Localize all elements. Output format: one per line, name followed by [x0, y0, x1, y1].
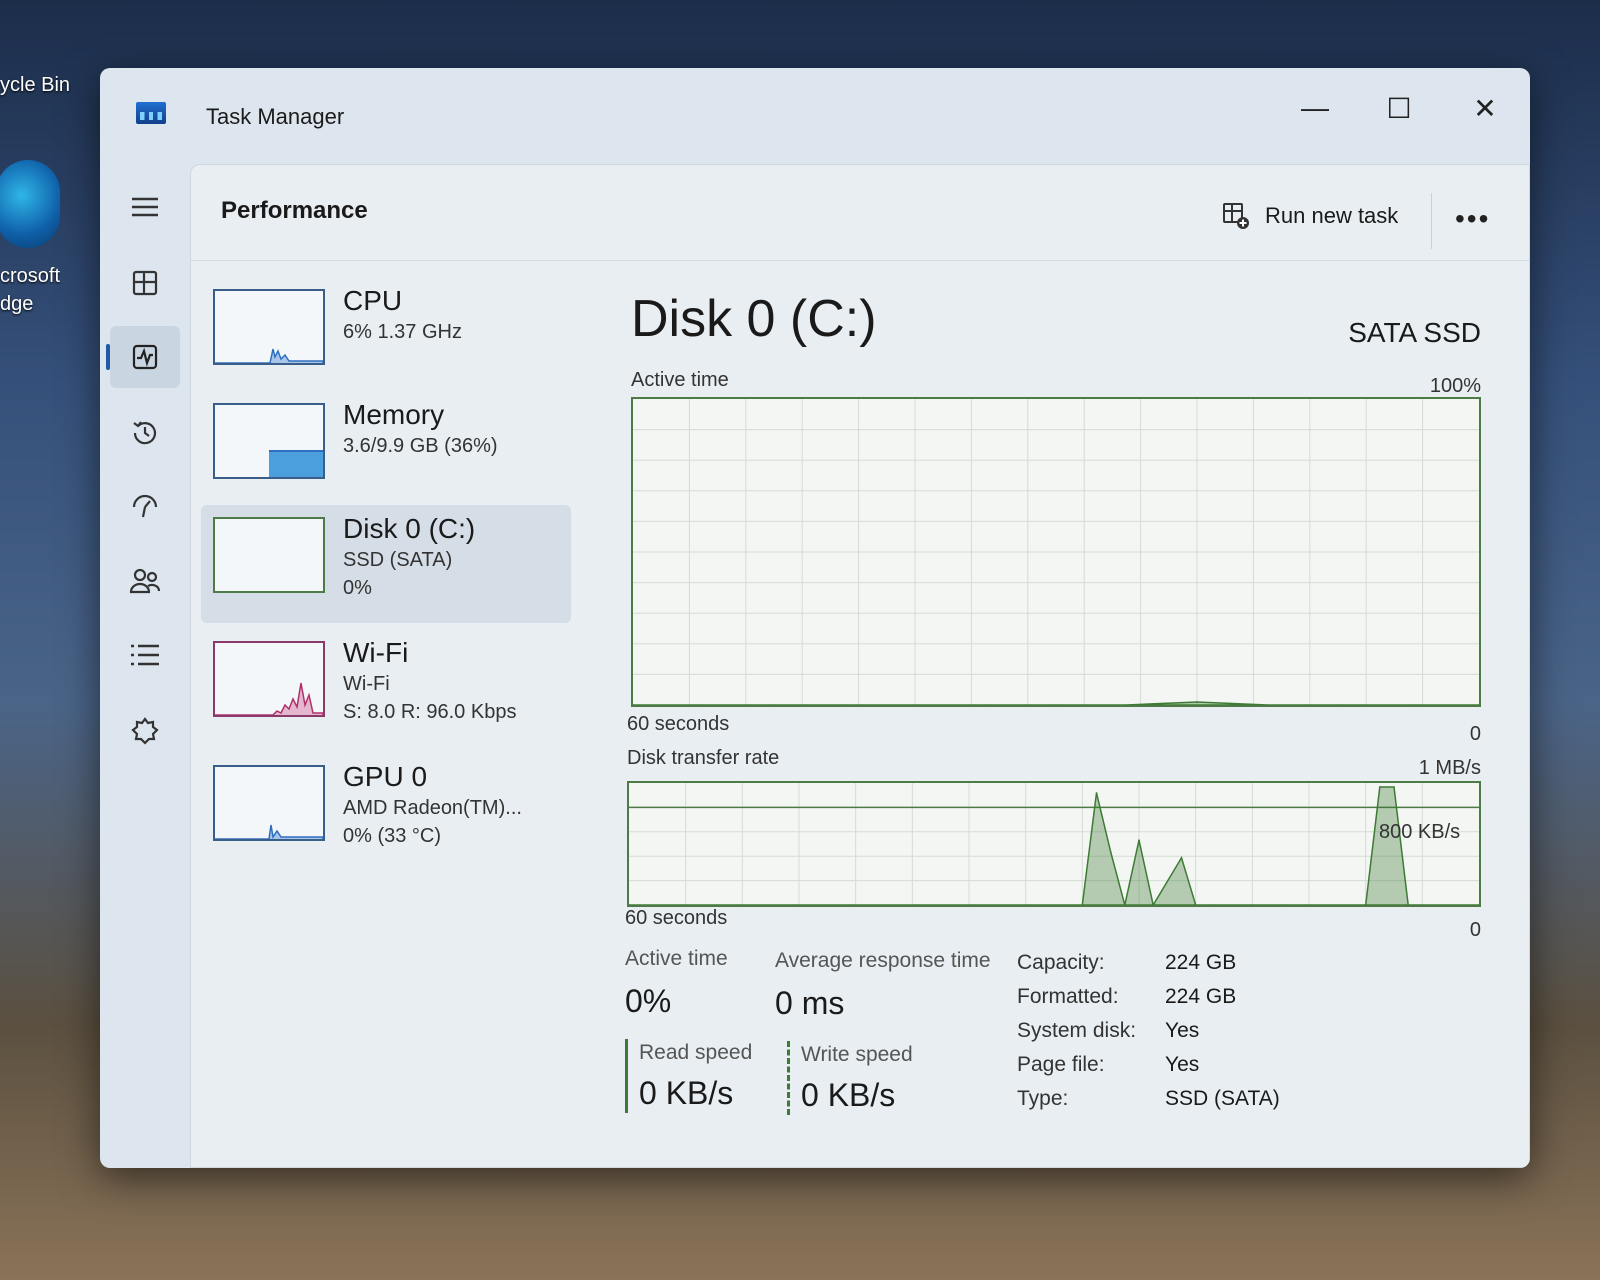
- disk-kind: SATA SSD: [1348, 317, 1481, 348]
- prop-page-file-value: Yes: [1165, 1053, 1200, 1076]
- data-point: [1138, 839, 1140, 841]
- prop-type-value: SSD (SATA): [1165, 1087, 1280, 1110]
- device-name: Memory: [343, 399, 445, 430]
- data-point: [1095, 792, 1098, 794]
- app-history-icon[interactable]: [110, 402, 180, 464]
- data-point: [1196, 701, 1198, 703]
- device-usage: 0% (33 °C): [343, 825, 442, 847]
- data-point: [1109, 851, 1112, 853]
- close-button[interactable]: ✕: [1450, 88, 1520, 128]
- navigation-rail: [100, 164, 190, 1168]
- edge-shortcut[interactable]: crosoft dge: [0, 160, 60, 318]
- prop-page-file-label: Page file:: [1017, 1053, 1105, 1076]
- page-title: Performance: [221, 197, 368, 224]
- graph1-svg: [633, 399, 1479, 705]
- read-speed-label: Read speed: [639, 1041, 753, 1064]
- device-detail: 6% 1.37 GHz: [343, 321, 462, 343]
- transfer-chart-mid-label: 800 KB/s: [1379, 821, 1461, 843]
- prop-type-label: Type:: [1017, 1087, 1069, 1110]
- device-usage: 0%: [343, 577, 372, 599]
- data-point: [1393, 786, 1395, 788]
- prop-capacity-label: Capacity:: [1017, 951, 1105, 974]
- services-icon[interactable]: [110, 700, 180, 762]
- run-task-label: Run new task: [1265, 203, 1399, 228]
- more-options-button[interactable]: •••: [1455, 203, 1490, 235]
- active-time-chart-min: 0: [1469, 723, 1481, 745]
- active-time-chart: [631, 397, 1481, 707]
- device-detail: AMD Radeon(TM)...: [343, 797, 522, 819]
- details-icon[interactable]: [110, 624, 180, 686]
- device-name: Wi-Fi: [343, 637, 409, 668]
- write-speed-label: Write speed: [801, 1043, 913, 1066]
- window-title: Task Manager: [206, 104, 345, 129]
- users-icon[interactable]: [110, 550, 180, 612]
- processes-icon[interactable]: [110, 252, 180, 314]
- panel-header: Performance Run new task •••: [191, 165, 1529, 261]
- wifi-thumbnail: [213, 641, 325, 717]
- disk-thumbnail: [213, 517, 325, 593]
- edge-icon: [0, 160, 60, 248]
- active-time-value: 0%: [625, 983, 672, 1019]
- avg-response-value: 0 ms: [775, 985, 845, 1021]
- device-name: CPU: [343, 285, 403, 316]
- device-cpu[interactable]: CPU 6% 1.37 GHz: [201, 277, 571, 395]
- device-detail: Wi-Fi: [343, 673, 390, 695]
- startup-apps-icon[interactable]: [110, 476, 180, 538]
- memory-thumbnail: [213, 403, 325, 479]
- title-bar[interactable]: Task Manager — ☐ ✕: [100, 68, 1530, 164]
- active-time-label: Active time: [625, 947, 728, 970]
- device-throughput: S: 8.0 R: 96.0 Kbps: [343, 701, 517, 723]
- transfer-chart-max: 1 MB/s: [1418, 757, 1481, 779]
- minimize-button[interactable]: —: [1280, 88, 1350, 128]
- device-wifi[interactable]: Wi-Fi Wi-Fi S: 8.0 R: 96.0 Kbps: [201, 629, 571, 747]
- write-speed-marker: [787, 1041, 790, 1115]
- recycle-bin-shortcut[interactable]: ycle Bin: [0, 74, 70, 97]
- maximize-button[interactable]: ☐: [1364, 88, 1434, 128]
- transfer-chart-title: Disk transfer rate: [627, 747, 780, 769]
- device-name: GPU 0: [343, 761, 428, 792]
- header-divider: [1431, 193, 1432, 249]
- task-manager-icon: [136, 102, 166, 124]
- active-time-chart-title: Active time: [631, 369, 729, 391]
- run-task-icon: [1223, 203, 1249, 229]
- device-detail: 3.6/9.9 GB (36%): [343, 435, 498, 457]
- transfer-rate-chart: [627, 781, 1481, 907]
- transfer-chart-xlabel: 60 seconds: [625, 907, 728, 929]
- cpu-thumbnail: [213, 289, 325, 365]
- transfer-chart-min: 0: [1469, 919, 1481, 941]
- device-disk-0[interactable]: Disk 0 (C:) SSD (SATA) 0%: [201, 505, 571, 623]
- device-gpu-0[interactable]: GPU 0 AMD Radeon(TM)... 0% (33 °C): [201, 753, 571, 871]
- disk-title: Disk 0 (C:): [631, 290, 877, 348]
- device-name: Disk 0 (C:): [343, 513, 476, 544]
- prop-system-disk-label: System disk:: [1017, 1019, 1137, 1042]
- series-area: [629, 786, 1479, 905]
- write-speed-value: 0 KB/s: [801, 1077, 896, 1113]
- recycle-bin-label: ycle Bin: [0, 74, 71, 96]
- edge-label-line1: crosoft: [0, 265, 61, 287]
- active-time-chart-xlabel: 60 seconds: [627, 713, 730, 735]
- edge-label-line2: dge: [0, 293, 34, 315]
- read-speed-marker: [625, 1039, 628, 1113]
- data-point: [1180, 857, 1183, 859]
- run-new-task-button[interactable]: Run new task: [1221, 201, 1398, 231]
- device-detail: SSD (SATA): [343, 549, 453, 571]
- performance-panel: Performance Run new task ••• CPU 6% 1.37…: [190, 164, 1530, 1168]
- performance-icon[interactable]: [106, 326, 180, 388]
- data-point: [1379, 786, 1381, 788]
- prop-capacity-value: 224 GB: [1165, 951, 1237, 974]
- device-memory[interactable]: Memory 3.6/9.9 GB (36%): [201, 391, 571, 509]
- hamburger-icon[interactable]: [110, 176, 180, 238]
- prop-formatted-value: 224 GB: [1165, 985, 1237, 1008]
- active-time-chart-max: 100%: [1429, 375, 1481, 397]
- prop-system-disk-value: Yes: [1165, 1019, 1200, 1042]
- prop-formatted-label: Formatted:: [1017, 985, 1119, 1008]
- task-manager-window: Task Manager — ☐ ✕ Performance Run new t…: [100, 68, 1530, 1168]
- avg-response-label: Average response time: [775, 949, 991, 972]
- read-speed-value: 0 KB/s: [639, 1075, 734, 1111]
- gpu-thumbnail: [213, 765, 325, 841]
- graph2-svg: [629, 783, 1479, 905]
